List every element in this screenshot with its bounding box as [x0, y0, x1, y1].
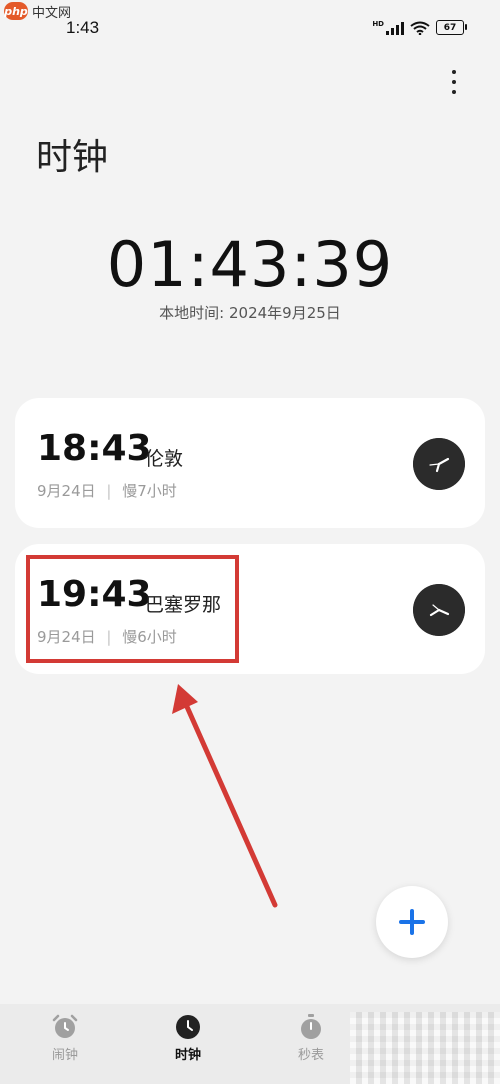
nav-label: 时钟	[174, 1048, 201, 1063]
nav-label: 闹钟	[51, 1048, 78, 1063]
nav-clock[interactable]: 时钟	[148, 1014, 228, 1063]
add-city-button[interactable]	[376, 886, 448, 958]
nav-label: 秒表	[297, 1048, 324, 1063]
blurred-watermark-area	[350, 1012, 500, 1084]
plus-icon	[399, 909, 425, 935]
nav-stopwatch[interactable]: 秒表	[271, 1014, 351, 1063]
alarm-clock-icon	[52, 1014, 78, 1038]
stopwatch-icon	[301, 1014, 321, 1039]
clock-icon	[176, 1015, 200, 1039]
nav-alarm[interactable]: 闹钟	[25, 1014, 105, 1063]
